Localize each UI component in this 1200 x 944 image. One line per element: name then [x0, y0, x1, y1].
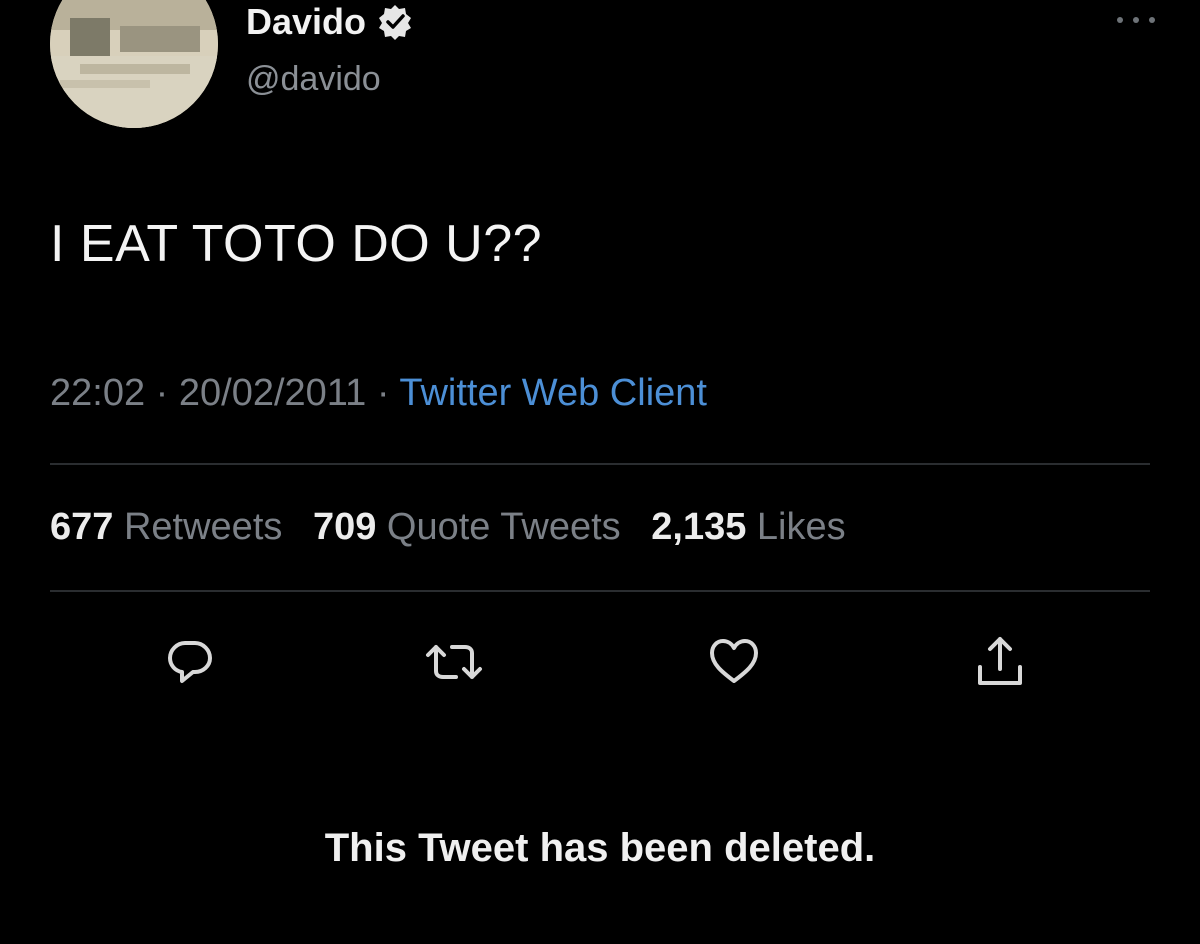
likes-count: 2,135 [651, 506, 747, 548]
share-button[interactable] [968, 630, 1032, 694]
tweet-text: I EAT TOTO DO U?? [50, 215, 543, 273]
tweet-header: Davido @davido [50, 0, 1160, 140]
retweets-label: Retweets [123, 506, 283, 548]
retweets-stat[interactable]: 677 Retweets [50, 506, 293, 548]
meta-separator: · [376, 372, 390, 414]
deleted-tweet-notice: This Tweet has been deleted. [324, 826, 876, 870]
likes-stat[interactable]: 2,135 Likes [651, 506, 845, 548]
more-options-icon[interactable] [1112, 10, 1160, 30]
tweet-actions [50, 630, 1150, 700]
divider [50, 590, 1150, 592]
tweet-date[interactable]: 20/02/2011 [179, 372, 366, 414]
meta-separator: · [155, 372, 169, 414]
tweet-meta: 22:02 · 20/02/2011 · Twitter Web Client [50, 372, 707, 415]
tweet-time[interactable]: 22:02 [50, 372, 145, 414]
avatar-image [50, 0, 218, 128]
like-button[interactable] [702, 630, 766, 694]
avatar[interactable] [50, 0, 218, 128]
retweet-button[interactable] [422, 630, 486, 694]
reply-button[interactable] [158, 630, 222, 694]
retweet-icon [426, 645, 482, 679]
share-icon [978, 637, 1022, 685]
quote-tweets-label: Quote Tweets [386, 506, 621, 548]
divider [50, 463, 1150, 465]
reply-icon [168, 641, 212, 683]
retweets-count: 677 [50, 506, 114, 548]
display-name[interactable]: Davido [246, 1, 366, 43]
heart-icon [710, 639, 758, 683]
tweet-stats: 677 Retweets 709 Quote Tweets 2,135 Like… [50, 506, 866, 549]
user-handle[interactable]: @davido [246, 60, 414, 99]
quote-tweets-count: 709 [312, 506, 377, 548]
quote-tweets-stat[interactable]: 709 Quote Tweets [313, 506, 631, 548]
verified-badge-icon [376, 3, 414, 41]
author-block[interactable]: Davido @davido [246, 1, 414, 99]
tweet-source-link[interactable]: Twitter Web Client [399, 372, 707, 414]
likes-label: Likes [756, 506, 846, 548]
